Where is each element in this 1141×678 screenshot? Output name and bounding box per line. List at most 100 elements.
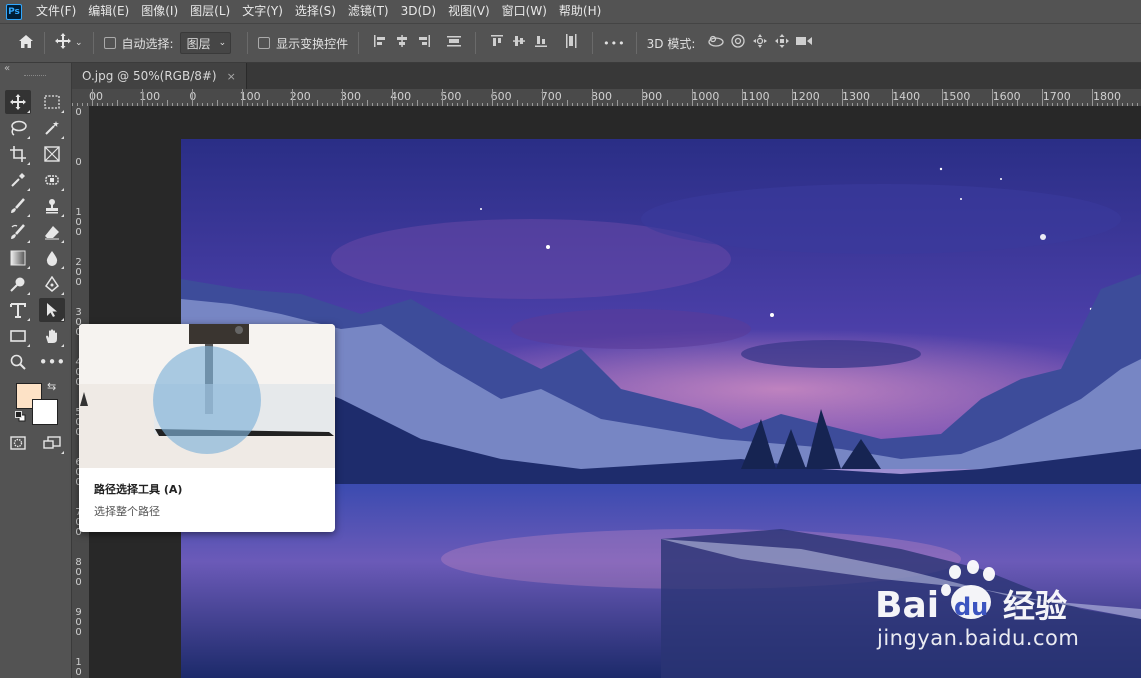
frame-tool-button[interactable] (39, 142, 65, 166)
ruler-tick (142, 89, 143, 106)
ruler-tick (792, 89, 793, 106)
align-right-icon[interactable] (413, 34, 435, 52)
ruler-tick (542, 89, 543, 106)
menu-file[interactable]: 文件(F) (30, 0, 82, 23)
rect-marquee-icon (44, 95, 60, 109)
auto-select-target-dropdown[interactable]: 图层 ⌄ (179, 32, 232, 54)
ruler-tick (292, 89, 293, 106)
magic-wand-icon (45, 121, 59, 135)
menu-select[interactable]: 选择(S) (289, 0, 342, 23)
arrow-cursor-icon (47, 303, 57, 317)
watermark-logo-bai: Bai (875, 585, 939, 626)
ruler-tick (642, 89, 643, 106)
ruler-tick (92, 89, 93, 106)
ruler-v-label: 100 (75, 657, 82, 678)
document-tab-title: O.jpg @ 50%(RGB/8#) (82, 69, 217, 83)
menu-type[interactable]: 文字(Y) (236, 0, 289, 23)
3d-roll-icon[interactable] (727, 33, 749, 53)
type-tool-button[interactable] (5, 298, 31, 322)
ruler-h-label: 700 (540, 90, 562, 103)
screen-mode-button[interactable] (39, 431, 65, 455)
menu-filter[interactable]: 滤镜(T) (342, 0, 395, 23)
menu-help[interactable]: 帮助(H) (553, 0, 607, 23)
crop-tool-button[interactable] (5, 142, 31, 166)
menu-3d[interactable]: 3D(D) (395, 0, 442, 23)
auto-select-checkbox[interactable] (103, 37, 116, 49)
pen-tool-button[interactable] (39, 272, 65, 296)
watermark-logo-jingyan: 经验 (1003, 587, 1067, 625)
pen-icon (45, 276, 59, 292)
default-colors-icon[interactable] (15, 411, 26, 422)
spot-healing-tool-button[interactable] (39, 168, 65, 192)
ruler-h-label: 1300 (842, 90, 870, 103)
hand-tool-button[interactable] (39, 324, 65, 348)
ruler-h-label: 300 (340, 90, 361, 103)
show-transform-checkbox[interactable] (258, 37, 271, 49)
zoom-tool-button[interactable] (5, 350, 31, 374)
eraser-tool-button[interactable] (39, 220, 65, 244)
3d-pan-icon[interactable] (749, 33, 771, 53)
auto-select-label: 自动选择: (121, 36, 174, 51)
menu-view[interactable]: 视图(V) (442, 0, 496, 23)
menu-window[interactable]: 窗口(W) (496, 0, 553, 23)
menu-edit[interactable]: 编辑(E) (82, 0, 135, 23)
horizontal-ruler[interactable]: 0010001002003004005006007008009001000110… (72, 89, 1141, 107)
move-tool-icon[interactable] (55, 33, 71, 53)
chevron-down-icon[interactable]: ⌄ (75, 38, 83, 48)
marquee-tool-button[interactable] (39, 90, 65, 114)
dodge-tool-button[interactable] (5, 272, 31, 296)
background-color-swatch[interactable] (32, 399, 58, 425)
edit-toolbar-button[interactable]: ••• (39, 350, 66, 374)
rectangle-tool-button[interactable] (5, 324, 31, 348)
path-selection-tool-button[interactable] (39, 298, 65, 322)
photoshop-logo: Ps (6, 3, 22, 20)
auto-select-target-value: 图层 (186, 36, 211, 51)
ruler-v-label: 0 (75, 107, 82, 118)
home-icon[interactable] (18, 34, 34, 53)
more-options-button[interactable]: ••• (603, 37, 625, 50)
move-tool-button[interactable] (5, 90, 31, 114)
3d-camera-icon[interactable] (793, 35, 815, 51)
options-bar: ⌄ 自动选择: 图层 ⌄ 显示变换控件 ••• 3D 模式: (0, 23, 1141, 63)
align-top-icon[interactable] (486, 34, 508, 52)
align-left-icon[interactable] (369, 34, 391, 52)
ruler-h-label: 400 (390, 90, 412, 103)
magnifier-icon (10, 354, 26, 370)
stamp-tool-button[interactable] (39, 194, 65, 218)
align-middle-icon[interactable] (508, 34, 530, 52)
magic-wand-tool-button[interactable] (39, 116, 65, 140)
distribute-vertical-icon[interactable] (560, 33, 582, 53)
ruler-tick (742, 89, 743, 106)
eyedropper-icon (11, 173, 25, 187)
lasso-tool-button[interactable] (5, 116, 31, 140)
blur-tool-button[interactable] (39, 246, 65, 270)
ruler-tick (392, 89, 393, 106)
ruler-h-label: 1000 (691, 90, 720, 103)
distribute-horizontal-icon[interactable] (443, 34, 465, 52)
menu-layer[interactable]: 图层(L) (184, 0, 236, 23)
brush-tool-button[interactable] (5, 194, 31, 218)
3d-orbit-icon[interactable] (705, 34, 727, 52)
hand-icon (46, 329, 57, 343)
close-icon[interactable]: × (227, 70, 236, 83)
gradient-icon (10, 250, 26, 266)
3d-slide-icon[interactable] (771, 33, 793, 53)
swap-colors-icon[interactable]: ⇆ (47, 380, 56, 393)
eraser-icon (45, 226, 59, 240)
gradient-tool-button[interactable] (5, 246, 31, 270)
ruler-h-label: 600 (490, 90, 512, 103)
ruler-h-label: 500 (440, 90, 462, 103)
align-center-icon[interactable] (391, 34, 413, 52)
menu-bar: Ps 文件(F) 编辑(E) 图像(I) 图层(L) 文字(Y) 选择(S) 滤… (0, 0, 1141, 23)
ruler-h-label: 1100 (741, 90, 770, 103)
history-brush-tool-button[interactable] (5, 220, 31, 244)
quick-mask-button[interactable] (5, 431, 31, 455)
eyedropper-tool-button[interactable] (5, 168, 31, 192)
align-bottom-icon[interactable] (530, 34, 552, 52)
panel-grip[interactable] (24, 75, 46, 79)
ruler-tick (692, 89, 693, 106)
collapse-panel-button[interactable]: « (4, 63, 10, 74)
crop-icon (10, 146, 26, 162)
document-tab[interactable]: O.jpg @ 50%(RGB/8#) × (72, 63, 247, 89)
menu-image[interactable]: 图像(I) (135, 0, 184, 23)
